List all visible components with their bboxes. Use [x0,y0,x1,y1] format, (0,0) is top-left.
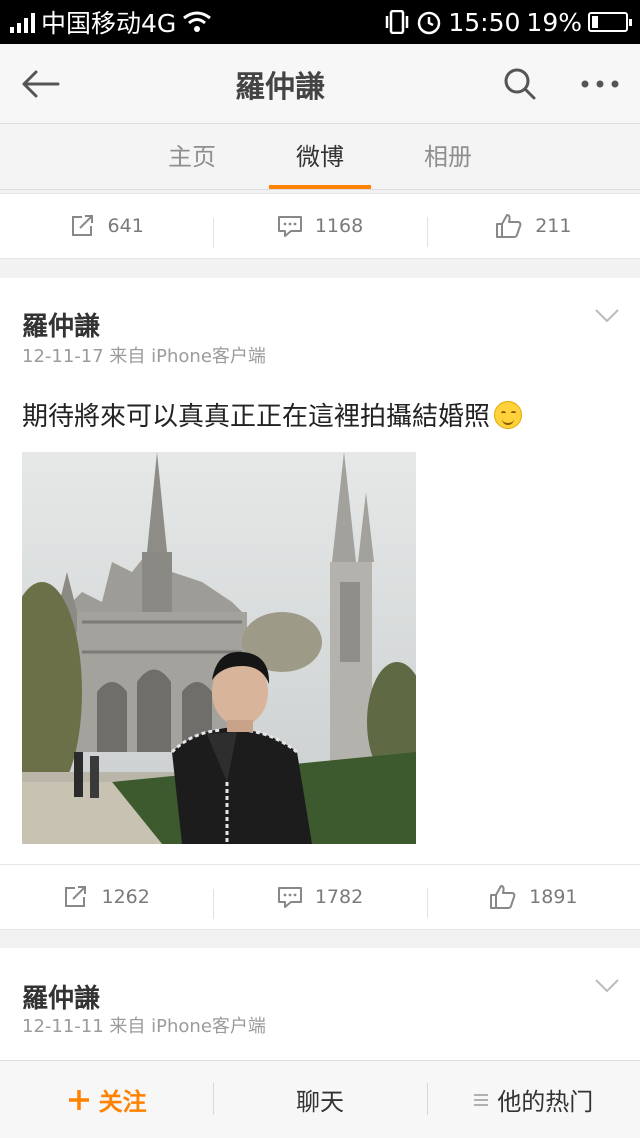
chat-button[interactable]: 聊天 [213,1061,426,1138]
tab-weibo[interactable]: 微博 [256,124,384,189]
search-icon [504,68,536,99]
post-meta: 12-11-17 来自 iPhone客户端 [22,346,266,367]
battery-percent: 19% [526,7,582,37]
status-bar: 中国移动4G 15:50 19% [0,0,640,44]
thumbs-up-icon [490,885,516,909]
post-card: 羅仲謙 12-11-11 来自 iPhone客户端 [0,948,640,1060]
post-meta: 12-11-11 来自 iPhone客户端 [22,1016,266,1037]
clock: 15:50 [448,7,521,37]
like-button[interactable]: 1891 [426,884,640,918]
thumbs-up-icon [496,214,522,238]
back-button[interactable] [0,44,80,124]
battery-icon [588,12,632,32]
smile-emoji-icon [494,400,523,429]
bottom-bar: 关注 聊天 他的热门 [0,1060,640,1138]
post-actions: 1262 1782 1891 [0,864,640,930]
post-author[interactable]: 羅仲謙 [22,978,100,1015]
more-button[interactable] [560,44,640,124]
repost-icon [65,886,87,907]
repost-button[interactable]: 641 [0,214,213,238]
comment-icon [277,887,302,908]
alarm-icon [418,11,441,35]
comment-icon [277,216,302,237]
cathedral-photo [22,452,416,844]
chevron-down-icon[interactable] [594,308,620,324]
menu-lines-icon [474,1093,489,1106]
tab-album[interactable]: 相册 [384,124,512,189]
comment-button[interactable]: 1168 [213,214,426,248]
vibrate-icon [386,10,409,34]
more-dots-icon [581,80,619,87]
page-title: 羅仲謙 [235,69,325,105]
comment-button[interactable]: 1782 [213,885,426,919]
post-actions: 641 1168 211 [0,193,640,259]
tab-home[interactable]: 主页 [128,124,256,189]
search-button[interactable] [480,44,560,124]
hot-posts-button[interactable]: 他的热门 [426,1061,640,1138]
wifi-icon [183,11,212,32]
follow-button[interactable]: 关注 [0,1061,213,1138]
carrier-label: 中国移动4G [41,9,177,38]
back-arrow-icon [22,70,60,97]
repost-icon [71,215,93,236]
signal-icon [10,11,35,33]
chevron-down-icon[interactable] [594,978,620,994]
profile-tabs: 主页 微博 相册 [0,124,640,190]
nav-bar: 羅仲謙 [0,44,640,124]
post-text: 期待將來可以真真正正在這裡拍攝結婚照 [22,396,523,433]
post-photo[interactable] [22,452,416,844]
repost-button[interactable]: 1262 [0,885,213,909]
post-author[interactable]: 羅仲謙 [22,306,100,343]
like-button[interactable]: 211 [426,213,640,247]
plus-icon [68,1089,89,1110]
